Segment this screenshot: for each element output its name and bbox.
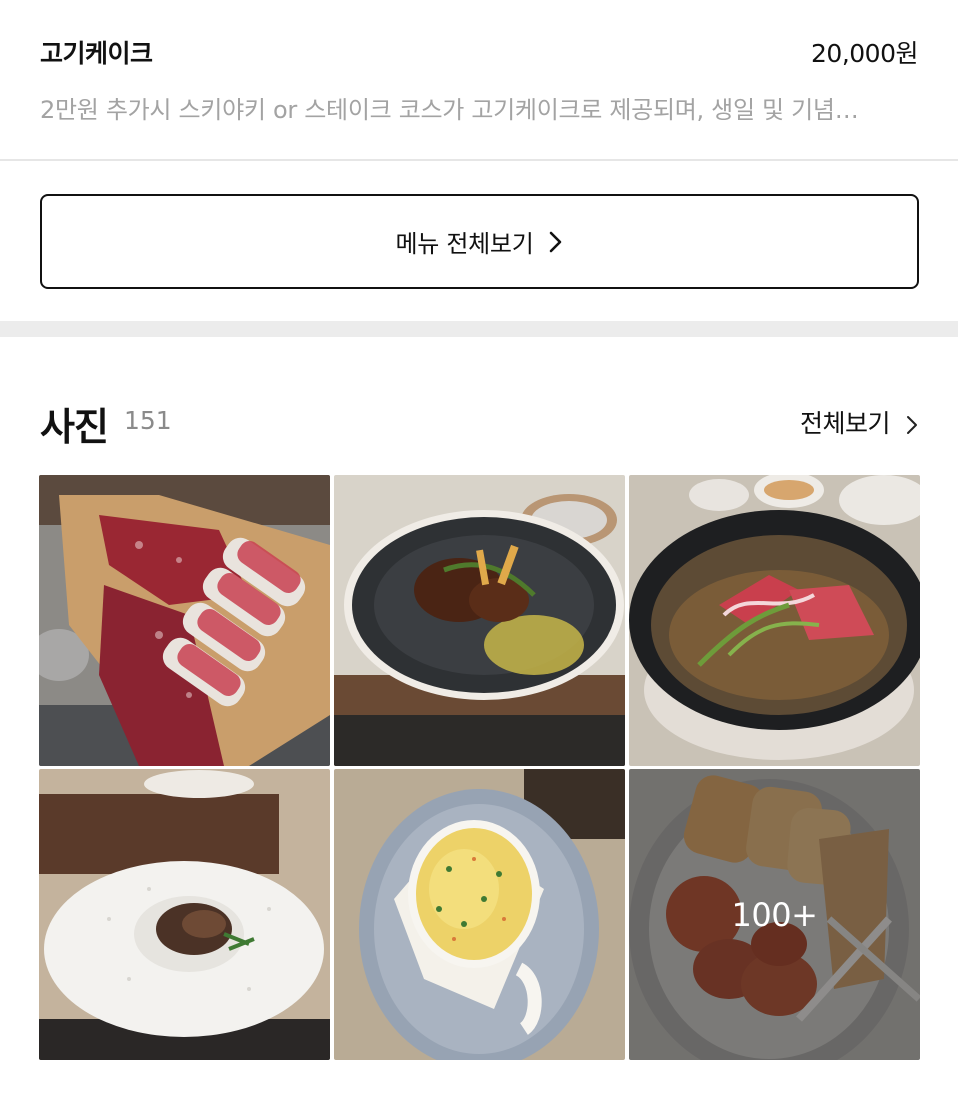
chevron-right-icon — [548, 231, 564, 253]
view-full-menu-label: 메뉴 전체보기 — [395, 230, 534, 258]
photo-bread-and-patties[interactable]: 100+ — [629, 769, 920, 1060]
view-all-label: 전체보기 — [799, 409, 891, 438]
menu-item-price: 20,000원 — [811, 39, 918, 68]
divider — [0, 159, 958, 161]
menu-item-description: 2만원 추가시 스키야키 or 스테이크 코스가 고기케이크로 제공되며, 생일… — [40, 96, 859, 124]
chevron-right-icon — [906, 412, 918, 434]
photo-glazed-meat-dish[interactable] — [334, 475, 625, 766]
menu-item[interactable]: 고기케이크 20,000원 2만원 추가시 스키야키 or 스테이크 코스가 고… — [0, 0, 958, 160]
photos-count: 151 — [124, 406, 172, 435]
section-divider — [0, 321, 958, 337]
photo-gratin-bowl[interactable] — [334, 769, 625, 1060]
photo-grid: 100+ — [39, 475, 920, 1060]
more-photos-overlay: 100+ — [629, 769, 920, 1060]
photo-steak-plate[interactable] — [39, 769, 330, 1060]
photos-view-all-link[interactable]: 전체보기 — [800, 404, 918, 440]
menu-item-name: 고기케이크 — [40, 39, 153, 68]
photo-raw-beef-platter[interactable] — [39, 475, 330, 766]
view-full-menu-button[interactable]: 메뉴 전체보기 — [40, 194, 919, 289]
photo-sukiyaki-pot[interactable] — [629, 475, 920, 766]
photos-section-title: 사진 — [40, 405, 109, 449]
